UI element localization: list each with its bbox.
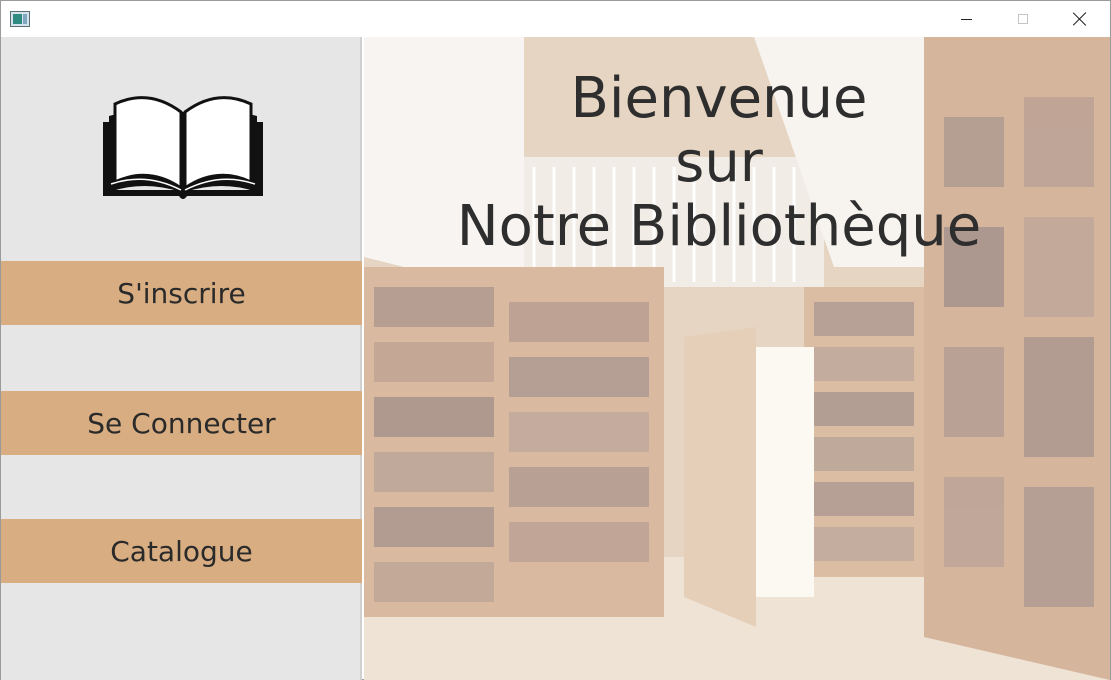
maximize-button[interactable] bbox=[995, 1, 1051, 37]
close-icon bbox=[1073, 12, 1087, 26]
signup-button[interactable]: S'inscrire bbox=[1, 261, 362, 325]
welcome-line: Notre Bibliothèque bbox=[456, 194, 982, 259]
open-book-icon bbox=[103, 96, 263, 199]
welcome-line: sur bbox=[675, 130, 763, 195]
close-button[interactable] bbox=[1052, 1, 1108, 37]
welcome-heading: Bienvenue sur Notre Bibliothèque bbox=[434, 67, 1004, 259]
maximize-icon bbox=[1018, 14, 1028, 24]
minimize-button[interactable] bbox=[938, 1, 994, 37]
minimize-icon bbox=[960, 18, 972, 20]
welcome-line: Bienvenue bbox=[570, 66, 868, 131]
app-window: S'inscrire Se Connecter Catalogue Bienve… bbox=[0, 0, 1111, 680]
hero-panel: Bienvenue sur Notre Bibliothèque bbox=[364, 37, 1110, 680]
login-button[interactable]: Se Connecter bbox=[1, 391, 362, 455]
title-bar[interactable] bbox=[1, 1, 1110, 37]
catalogue-button[interactable]: Catalogue bbox=[1, 519, 362, 583]
app-icon bbox=[10, 11, 30, 27]
sidebar-panel: S'inscrire Se Connecter Catalogue bbox=[1, 37, 362, 680]
